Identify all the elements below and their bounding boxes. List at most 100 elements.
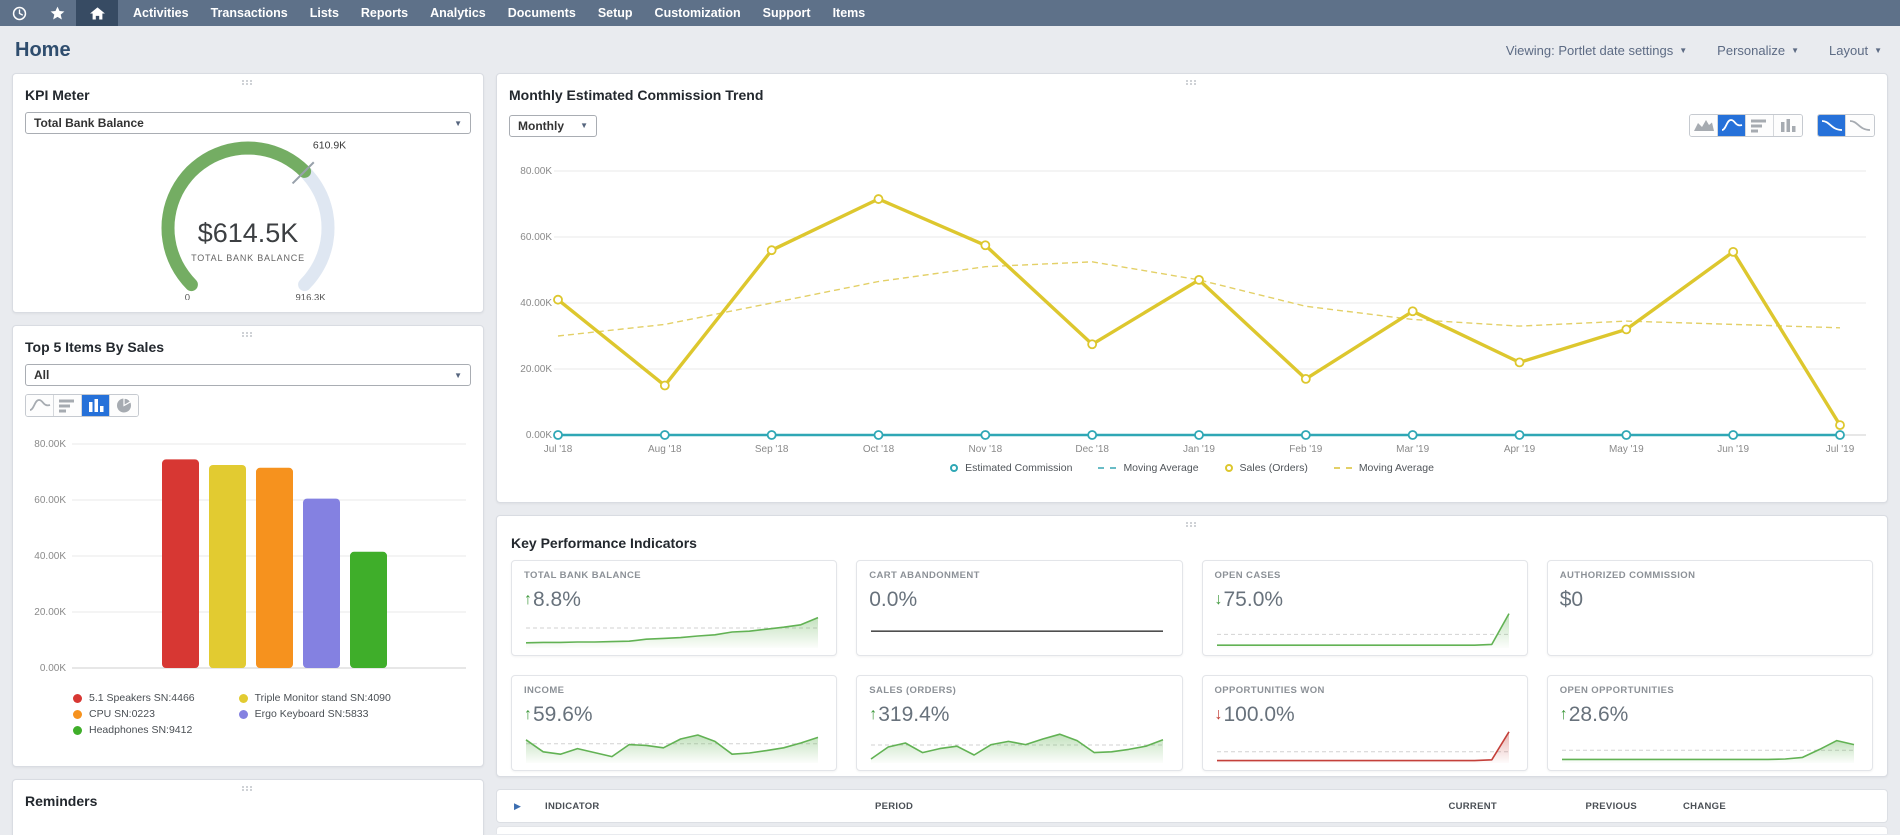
personalize-label: Personalize [1717, 43, 1785, 58]
kpi-card-cart-abandonment[interactable]: CART ABANDONMENT0.0% [856, 560, 1182, 656]
svg-text:Jul '19: Jul '19 [1826, 444, 1855, 455]
kpi-card-opportunities-won[interactable]: OPPORTUNITIES WON ↓100.0% [1202, 675, 1528, 771]
nav-item-lists[interactable]: Lists [299, 0, 350, 26]
kpi-card-label: SALES (ORDERS) [869, 685, 1169, 696]
hbar-chart-button[interactable] [54, 395, 82, 416]
bar-cpu-sn-0223[interactable] [256, 468, 293, 668]
viewing-dropdown[interactable]: Viewing: Portlet date settings ▼ [1506, 43, 1687, 58]
kpi-card-label: AUTHORIZED COMMISSION [1560, 570, 1860, 581]
top5-filter-select[interactable]: All ▼ [25, 364, 471, 386]
shortcuts-icon[interactable] [38, 0, 76, 26]
svg-text:Jul '18: Jul '18 [544, 444, 573, 455]
legend-item-estimated-commission[interactable]: Estimated Commission [950, 462, 1072, 474]
legend-item-5-1-speakers-sn-4466[interactable]: 5.1 Speakers SN:4466 [73, 692, 195, 704]
kpi-card-label: TOTAL BANK BALANCE [524, 570, 824, 581]
trend-chart-type-toolbar [1689, 114, 1875, 137]
drag-handle-icon[interactable] [1186, 522, 1188, 524]
drag-handle-icon[interactable] [242, 786, 244, 788]
svg-text:20.00K: 20.00K [520, 364, 552, 375]
bar-5-1-speakers-sn-4466[interactable] [162, 459, 199, 668]
top-navbar: ActivitiesTransactionsListsReportsAnalyt… [0, 0, 1900, 26]
arrow-down-icon: ↓ [1215, 706, 1223, 724]
legend-item-triple-monitor-stand-sn-4090[interactable]: Triple Monitor stand SN:4090 [239, 692, 391, 704]
drag-handle-icon[interactable] [1186, 80, 1188, 82]
layout-label: Layout [1829, 43, 1868, 58]
nav-item-documents[interactable]: Documents [497, 0, 587, 26]
chevron-down-icon: ▼ [580, 121, 588, 130]
arrow-up-icon: ↑ [869, 706, 877, 724]
top5-bar-chart: 0.00K20.00K40.00K60.00K80.00K [24, 426, 472, 682]
home-icon[interactable] [76, 0, 118, 26]
kpi-card-label: OPPORTUNITIES WON [1215, 685, 1515, 696]
kpi-card-value: 100.0% [1224, 703, 1295, 727]
commission-trend-chart: 0.00K20.00K40.00K60.00K80.00KJul '18Aug … [510, 143, 1874, 459]
legend-item-headphones-sn-9412[interactable]: Headphones SN:9412 [73, 724, 195, 736]
area-chart-button[interactable] [1690, 115, 1718, 136]
nav-item-setup[interactable]: Setup [587, 0, 644, 26]
legend-item-sales-orders[interactable]: Sales (Orders) [1225, 462, 1308, 474]
line-chart-button[interactable] [26, 395, 54, 416]
kpi-card-authorized-commission[interactable]: AUTHORIZED COMMISSION $0 [1547, 560, 1873, 656]
legend-label: Ergo Keyboard SN:5833 [255, 708, 369, 720]
color-dot-swatch [73, 726, 82, 735]
col-previous: PREVIOUS [1497, 801, 1637, 812]
nav-item-reports[interactable]: Reports [350, 0, 419, 26]
personalize-dropdown[interactable]: Personalize ▼ [1717, 43, 1799, 58]
nav-item-support[interactable]: Support [752, 0, 822, 26]
color-dot-swatch [239, 694, 248, 703]
nav-item-transactions[interactable]: Transactions [200, 0, 299, 26]
svg-text:80.00K: 80.00K [34, 439, 66, 450]
kpi-card-value: $0 [1560, 588, 1583, 612]
legend-item-moving-average[interactable]: Moving Average [1334, 462, 1434, 474]
trend-period-value: Monthly [518, 119, 564, 133]
smooth-line-button[interactable] [1818, 115, 1846, 136]
kpi-meter-portlet: KPI Meter Total Bank Balance ▼ 610.9K091… [12, 73, 484, 313]
legend-item-moving-average[interactable]: Moving Average [1098, 462, 1198, 474]
nav-item-items[interactable]: Items [822, 0, 877, 26]
col-period: PERIOD [875, 801, 1347, 812]
arrow-up-icon: ↑ [524, 706, 532, 724]
drag-handle-icon[interactable] [242, 332, 244, 334]
kpi-section-portlet: Key Performance Indicators TOTAL BANK BA… [496, 515, 1888, 777]
vbar-chart-button[interactable] [82, 395, 110, 416]
hbar-chart-button[interactable] [1746, 115, 1774, 136]
bar-triple-monitor-stand-sn-4090[interactable] [209, 465, 246, 668]
legend-label: CPU SN:0223 [89, 708, 155, 720]
pie-chart-button[interactable] [110, 395, 138, 416]
expand-row-icon[interactable]: ▶ [497, 801, 545, 812]
viewing-label: Viewing: Portlet date settings [1506, 43, 1673, 58]
kpi-card-open-cases[interactable]: OPEN CASES↓75.0% [1202, 560, 1528, 656]
page-header: Home Viewing: Portlet date settings ▼ Pe… [0, 26, 1900, 73]
recent-records-icon[interactable] [0, 0, 38, 26]
drag-handle-icon[interactable] [242, 80, 244, 82]
kpi-card-income[interactable]: INCOME↑59.6% [511, 675, 837, 771]
kpi-card-total-bank-balance[interactable]: TOTAL BANK BALANCE↑8.8% [511, 560, 837, 656]
svg-text:0.00K: 0.00K [40, 663, 66, 674]
kpi-card-open-opportunities[interactable]: OPEN OPPORTUNITIES↑28.6% [1547, 675, 1873, 771]
bar-ergo-keyboard-sn-5833[interactable] [303, 499, 340, 668]
color-dot-swatch [239, 710, 248, 719]
nav-item-customization[interactable]: Customization [644, 0, 752, 26]
nav-item-analytics[interactable]: Analytics [419, 0, 497, 26]
legend-item-ergo-keyboard-sn-5833[interactable]: Ergo Keyboard SN:5833 [239, 708, 391, 720]
vbar-chart-button[interactable] [1774, 115, 1802, 136]
smooth-line-button[interactable] [1846, 115, 1874, 136]
trend-period-select[interactable]: Monthly ▼ [509, 115, 597, 137]
svg-text:Mar '19: Mar '19 [1396, 444, 1429, 455]
bar-headphones-sn-9412[interactable] [350, 552, 387, 668]
nav-item-activities[interactable]: Activities [122, 0, 200, 26]
svg-text:Apr '19: Apr '19 [1504, 444, 1536, 455]
legend-item-cpu-sn-0223[interactable]: CPU SN:0223 [73, 708, 195, 720]
svg-text:May '19: May '19 [1609, 444, 1644, 455]
legend-label: Moving Average [1123, 462, 1198, 474]
nav-menu: ActivitiesTransactionsListsReportsAnalyt… [122, 0, 876, 26]
kpi-meter-title: KPI Meter [13, 74, 483, 112]
top5-select-value: All [34, 368, 49, 382]
kpi-table: ▶ INDICATOR PERIOD CURRENT PREVIOUS CHAN… [496, 789, 1888, 834]
kpi-card-sales-orders[interactable]: SALES (ORDERS) ↑319.4% [856, 675, 1182, 771]
kpi-meter-select[interactable]: Total Bank Balance ▼ [25, 112, 471, 134]
svg-text:Feb '19: Feb '19 [1289, 444, 1322, 455]
line-chart-button[interactable] [1718, 115, 1746, 136]
layout-dropdown[interactable]: Layout ▼ [1829, 43, 1882, 58]
kpi-card-value: 319.4% [878, 703, 949, 727]
